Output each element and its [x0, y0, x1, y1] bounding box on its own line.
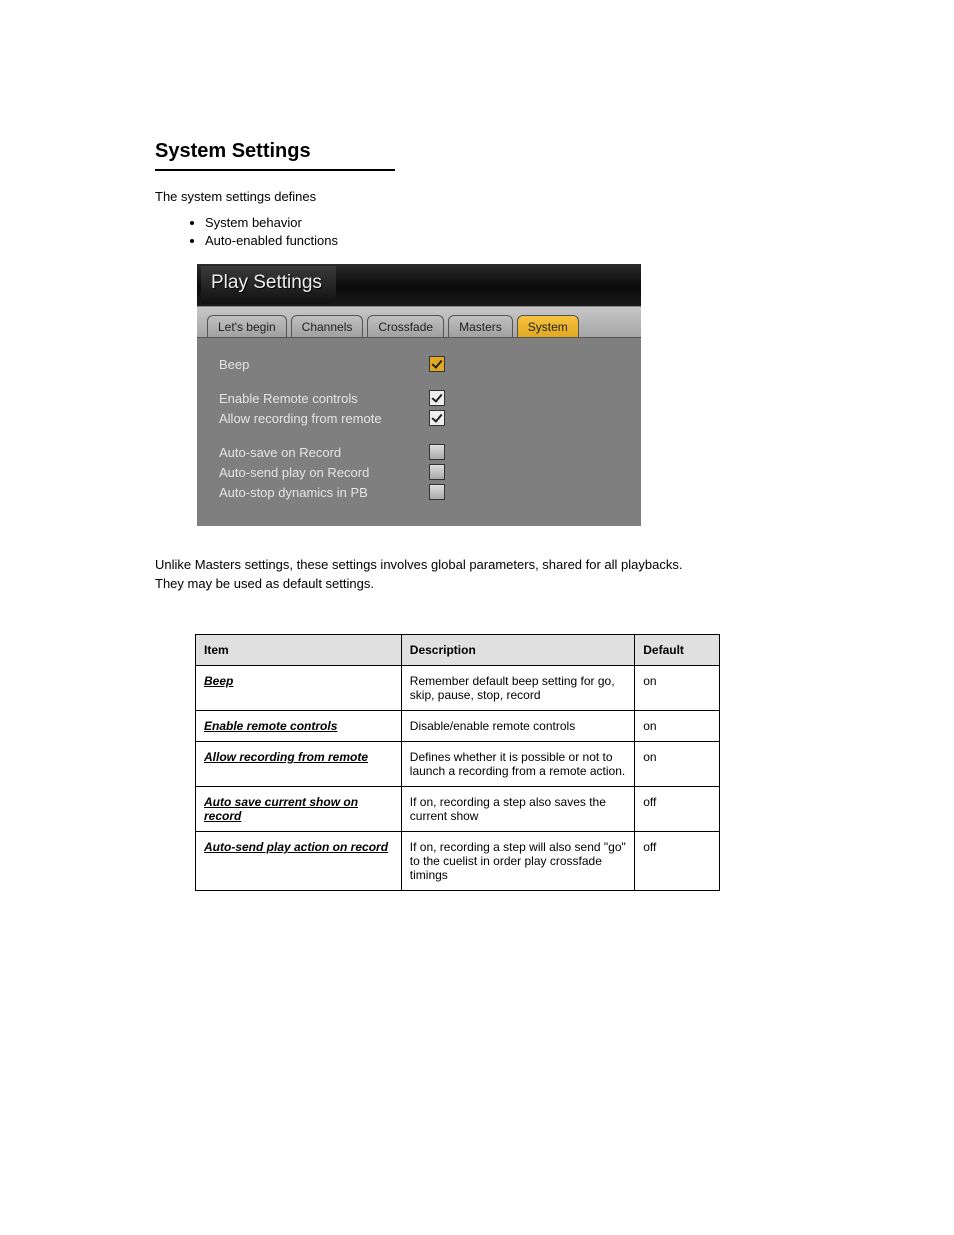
section-title: System Settings	[155, 140, 395, 171]
play-settings-window: Play Settings Let's begin Channels Cross…	[197, 264, 641, 526]
table-row: Auto save current show on record If on, …	[196, 787, 720, 832]
checkbox-allow-recording-remote[interactable]	[429, 410, 445, 426]
window-title: Play Settings	[201, 266, 336, 304]
item-desc: If on, recording a step will also send "…	[401, 832, 634, 891]
tab-masters[interactable]: Masters	[448, 315, 513, 337]
col-item: Item	[196, 635, 402, 666]
tab-crossfade[interactable]: Crossfade	[367, 315, 444, 337]
panel-body: Beep Enable Remote controls Allow record…	[197, 338, 641, 526]
settings-table: Item Description Default Beep Remember d…	[195, 634, 720, 891]
item-title: Beep	[204, 674, 233, 688]
item-title: Allow recording from remote	[204, 750, 368, 764]
col-default: Default	[635, 635, 720, 666]
option-row: Auto-stop dynamics in PB	[219, 484, 625, 500]
checkbox-auto-save-record[interactable]	[429, 444, 445, 460]
item-title: Auto-send play action on record	[204, 840, 388, 854]
option-label: Auto-stop dynamics in PB	[219, 485, 429, 500]
item-default: off	[635, 832, 720, 891]
table-row: Auto-send play action on record If on, r…	[196, 832, 720, 891]
bullet-list: System behavior Auto-enabled functions	[205, 214, 814, 250]
item-desc: Remember default beep setting for go, sk…	[401, 666, 634, 711]
table-row: Beep Remember default beep setting for g…	[196, 666, 720, 711]
item-desc: Disable/enable remote controls	[401, 711, 634, 742]
table-row: Allow recording from remote Defines whet…	[196, 742, 720, 787]
undertext: Unlike Masters settings, these settings …	[155, 556, 814, 594]
item-title: Auto save current show on record	[204, 795, 358, 823]
option-row: Beep	[219, 356, 625, 372]
option-label: Auto-save on Record	[219, 445, 429, 460]
intro-text: The system settings defines	[155, 189, 814, 204]
checkbox-beep[interactable]	[429, 356, 445, 372]
checkbox-enable-remote[interactable]	[429, 390, 445, 406]
tab-system[interactable]: System	[517, 315, 579, 337]
item-default: on	[635, 666, 720, 711]
col-description: Description	[401, 635, 634, 666]
list-item: Auto-enabled functions	[205, 232, 814, 250]
item-default: off	[635, 787, 720, 832]
option-row: Auto-send play on Record	[219, 464, 625, 480]
tab-lets-begin[interactable]: Let's begin	[207, 315, 287, 337]
checkbox-auto-send-play-record[interactable]	[429, 464, 445, 480]
item-default: on	[635, 711, 720, 742]
item-desc: Defines whether it is possible or not to…	[401, 742, 634, 787]
option-row: Allow recording from remote	[219, 410, 625, 426]
tab-channels[interactable]: Channels	[291, 315, 364, 337]
option-label: Auto-send play on Record	[219, 465, 429, 480]
table-row: Enable remote controls Disable/enable re…	[196, 711, 720, 742]
option-label: Enable Remote controls	[219, 391, 429, 406]
option-row: Auto-save on Record	[219, 444, 625, 460]
list-item: System behavior	[205, 214, 814, 232]
item-default: on	[635, 742, 720, 787]
option-row: Enable Remote controls	[219, 390, 625, 406]
option-label: Beep	[219, 357, 429, 372]
item-title: Enable remote controls	[204, 719, 337, 733]
titlebar: Play Settings	[197, 264, 641, 306]
option-label: Allow recording from remote	[219, 411, 429, 426]
tabstrip: Let's begin Channels Crossfade Masters S…	[197, 306, 641, 338]
item-desc: If on, recording a step also saves the c…	[401, 787, 634, 832]
checkbox-auto-stop-dynamics-pb[interactable]	[429, 484, 445, 500]
